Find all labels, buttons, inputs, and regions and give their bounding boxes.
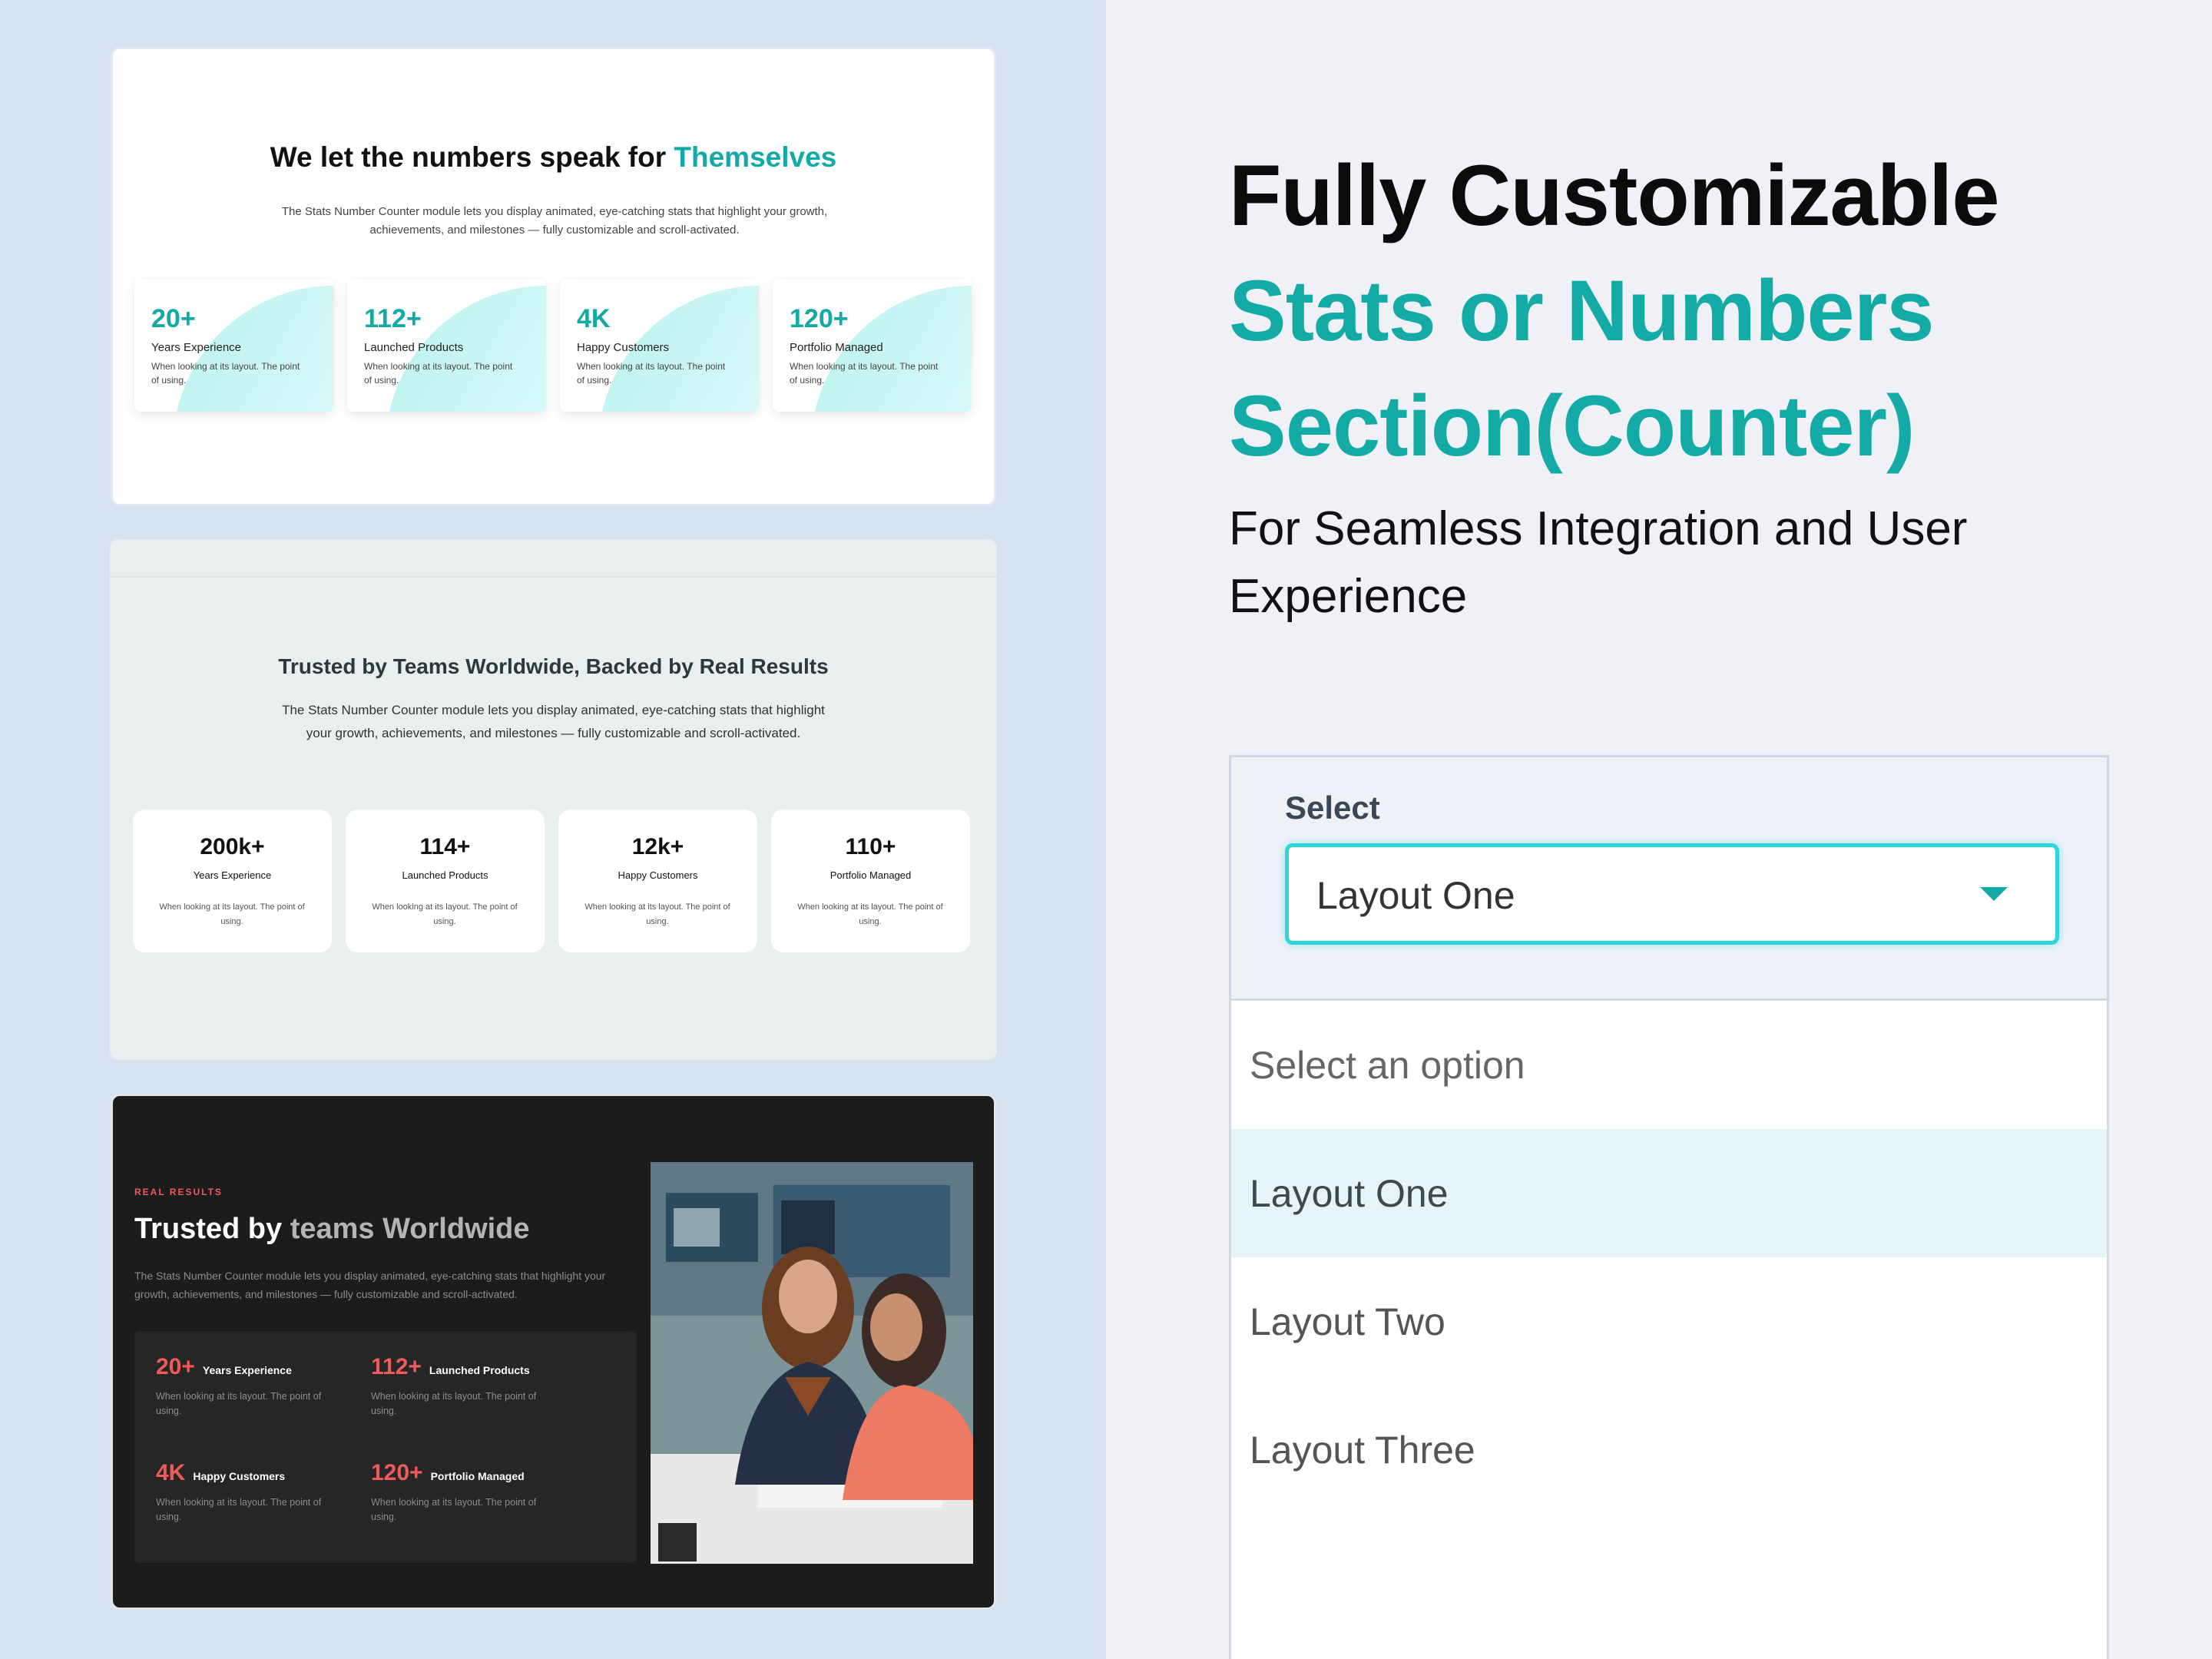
stat-label: Years Experience [202, 1364, 292, 1376]
layout-select-panel: Select Layout One [1229, 755, 2109, 1001]
select-label: Select [1285, 790, 1380, 826]
layout-two-title: Trusted by Teams Worldwide, Backed by Re… [278, 654, 829, 678]
stat-label: Launched Products [364, 341, 464, 354]
stat-item: 120+ Portfolio Managed When looking at it… [371, 1460, 571, 1525]
layout-three-preview: REAL RESULTS Trusted by teams Worldwide … [111, 1094, 996, 1610]
stat-label: Happy Customers [577, 341, 670, 354]
stat-label: Happy Customers [618, 869, 698, 881]
select-value: Layout One [1316, 874, 1515, 917]
stat-item: 112+ Launched Products When looking at it… [371, 1354, 571, 1419]
divider [110, 576, 997, 578]
stat-number: 4K [577, 304, 611, 333]
stat-number: 114+ [419, 834, 471, 859]
stat-text: When looking at its layout. The point of… [156, 1497, 322, 1522]
stat-text: When looking at its layout. The point of… [577, 361, 726, 386]
layout-three-description: The Stats Number Counter module lets you… [134, 1270, 606, 1300]
stat-label: Happy Customers [193, 1470, 286, 1482]
layout-three-title-muted: teams Worldwide [290, 1213, 530, 1245]
stat-card: 114+ Launched Products When looking at its… [346, 810, 545, 952]
stat-number: 120+ [371, 1460, 423, 1485]
stat-text: When looking at its layout. The point of… [151, 361, 300, 386]
hero-title-line-2: Stats or Numbers [1229, 263, 1935, 359]
select-dropdown-list: Select an option Layout One Layout Two L… [1229, 998, 2109, 1659]
stat-card: 4K Happy Customers When looking at its lay… [560, 280, 759, 412]
stat-text: When looking at its layout. The point of… [364, 361, 513, 386]
layout-two-cards: 200k+ Years Experience When looking at its… [133, 810, 970, 952]
layout-three-stats-box: 20+ Years Experience When looking at its … [134, 1331, 637, 1563]
stat-card: 110+ Portfolio Managed When looking at its… [771, 810, 970, 952]
stat-number: 4K [156, 1460, 186, 1485]
stat-text: When looking at its layout. The point of… [372, 902, 518, 926]
hero-title-line-3: Section(Counter) [1229, 378, 1915, 474]
stat-item: 4K Happy Customers When looking at its la… [156, 1460, 356, 1525]
hero-title-line-1: Fully Customizable [1229, 147, 2000, 243]
layout-one-cards: 20+ Years Experience When looking at its l… [134, 280, 972, 412]
stat-item: 20+ Years Experience When looking at its … [156, 1354, 356, 1419]
stat-number: 110+ [845, 834, 896, 859]
layout-two-description: The Stats Number Counter module lets you… [282, 703, 825, 740]
stat-text: When looking at its layout. The point of… [371, 1391, 537, 1416]
team-photo [651, 1162, 973, 1564]
stat-number: 12k+ [631, 834, 684, 859]
stat-text: When looking at its layout. The point of… [790, 361, 939, 386]
stat-card: 200k+ Years Experience When looking at its… [133, 810, 332, 952]
stat-number: 112+ [371, 1354, 422, 1379]
layout-one-title: We let the numbers speak for Themselves [270, 141, 837, 173]
stat-text: When looking at its layout. The point of… [159, 902, 305, 926]
stat-label: Years Experience [193, 869, 272, 881]
select-option-layout-two[interactable]: Layout Two [1231, 1257, 2107, 1386]
stat-text: When looking at its layout. The point of… [584, 902, 730, 926]
select-option-layout-three[interactable]: Layout Three [1231, 1386, 2107, 1514]
stat-number: 20+ [156, 1354, 195, 1379]
stat-text: When looking at its layout. The point of… [797, 902, 943, 926]
layout-select[interactable]: Layout One [1285, 843, 2059, 945]
stat-text: When looking at its layout. The point of… [156, 1391, 322, 1416]
stat-number: 200k+ [200, 834, 265, 859]
stat-label: Launched Products [402, 869, 488, 881]
hero-subtitle: For Seamless Integration and User Experi… [1229, 502, 1968, 623]
select-option-layout-one[interactable]: Layout One [1231, 1129, 2107, 1257]
stat-label: Launched Products [429, 1364, 530, 1376]
layout-one-preview: We let the numbers speak for Themselves … [111, 47, 996, 506]
stat-label: Portfolio Managed [790, 341, 883, 354]
chevron-down-icon [1980, 887, 2008, 901]
stat-number: 112+ [364, 304, 422, 333]
stat-label: Portfolio Managed [430, 1470, 525, 1482]
stat-text: When looking at its layout. The point of… [371, 1497, 537, 1522]
layout-three-kicker: REAL RESULTS [134, 1187, 223, 1197]
layout-one-description: The Stats Number Counter module lets you… [281, 205, 828, 237]
stat-number: 120+ [790, 304, 849, 333]
layout-two-preview: Trusted by Teams Worldwide, Backed by Re… [110, 539, 997, 1060]
select-option-placeholder[interactable]: Select an option [1231, 1001, 2107, 1129]
stat-card: 20+ Years Experience When looking at its l… [134, 280, 333, 412]
stat-number: 20+ [151, 304, 196, 333]
stat-label: Portfolio Managed [830, 869, 912, 881]
layout-three-title: Trusted by teams Worldwide [134, 1213, 530, 1245]
stat-card: 112+ Launched Products When looking at its… [347, 280, 546, 412]
stat-card: 12k+ Happy Customers When looking at its l… [558, 810, 757, 952]
layout-one-title-accent: Themselves [674, 141, 837, 173]
stat-card: 120+ Portfolio Managed When looking at its… [773, 280, 972, 412]
stat-label: Years Experience [151, 341, 242, 354]
